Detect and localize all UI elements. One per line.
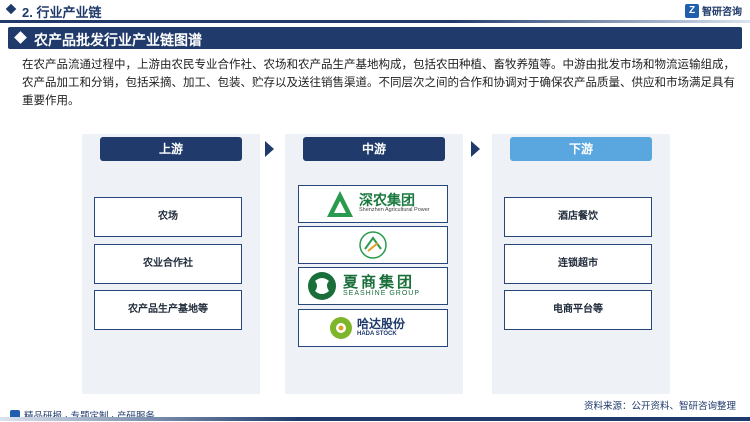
emblem-logo-icon bbox=[359, 231, 387, 259]
company-subtitle: Shenzhen Agricultural Power bbox=[359, 207, 430, 213]
company-logo-hada: 哈达股份 HADA STOCK bbox=[298, 309, 448, 347]
intro-paragraph: 在农产品流通过程中，上游由农民专业合作社、农场和农产品生产基地构成，包括农田种植… bbox=[22, 59, 735, 107]
midstream-column: 中游 深农集团 Shenzhen Agricultural Power 夏商集团… bbox=[285, 134, 463, 394]
company-subtitle: HADA STOCK bbox=[357, 331, 397, 337]
company-subtitle: SEASHINE GROUP bbox=[343, 290, 421, 297]
xiashang-logo-icon bbox=[308, 272, 336, 300]
title-banner: 农产品批发行业产业链图谱 bbox=[8, 27, 742, 49]
flow-arrow-icon bbox=[265, 141, 274, 157]
downstream-item: 电商平台等 bbox=[504, 290, 652, 330]
brand-logo-icon: Z bbox=[685, 3, 699, 18]
brand-logo: Z 智研咨询 bbox=[685, 3, 742, 18]
shennong-logo-icon bbox=[327, 191, 353, 217]
company-logo-emblem bbox=[298, 226, 448, 264]
upstream-header: 上游 bbox=[100, 137, 242, 161]
upstream-item: 农场 bbox=[94, 197, 242, 237]
upstream-item: 农业合作社 bbox=[94, 244, 242, 284]
midstream-header: 中游 bbox=[303, 137, 445, 161]
section-title: 2. 行业产业链 bbox=[22, 5, 102, 20]
downstream-item: 酒店餐饮 bbox=[504, 197, 652, 237]
upstream-item: 农产品生产基地等 bbox=[94, 290, 242, 330]
header-rule bbox=[0, 20, 750, 23]
hada-logo-icon bbox=[330, 317, 352, 339]
page-title: 农产品批发行业产业链图谱 bbox=[34, 32, 202, 48]
company-name: 夏商集团 bbox=[343, 274, 416, 291]
company-logo-xiashang: 夏商集团 SEASHINE GROUP bbox=[298, 267, 448, 305]
downstream-item: 连锁超市 bbox=[504, 244, 652, 284]
upstream-column: 上游 农场 农业合作社 农产品生产基地等 bbox=[82, 134, 260, 394]
company-name: 哈达股份 bbox=[357, 317, 406, 331]
section-marker-icon bbox=[5, 3, 17, 15]
source-note: 资料来源：公开资料、智研咨询整理 bbox=[583, 401, 736, 412]
diamond-icon bbox=[14, 31, 27, 44]
flow-arrow-icon bbox=[471, 141, 480, 157]
brand-name: 智研咨询 bbox=[702, 7, 742, 18]
downstream-header: 下游 bbox=[510, 137, 652, 161]
downstream-column: 下游 酒店餐饮 连锁超市 电商平台等 bbox=[492, 134, 670, 394]
footer-rule bbox=[0, 417, 750, 421]
company-logo-shennong: 深农集团 Shenzhen Agricultural Power bbox=[298, 185, 448, 223]
